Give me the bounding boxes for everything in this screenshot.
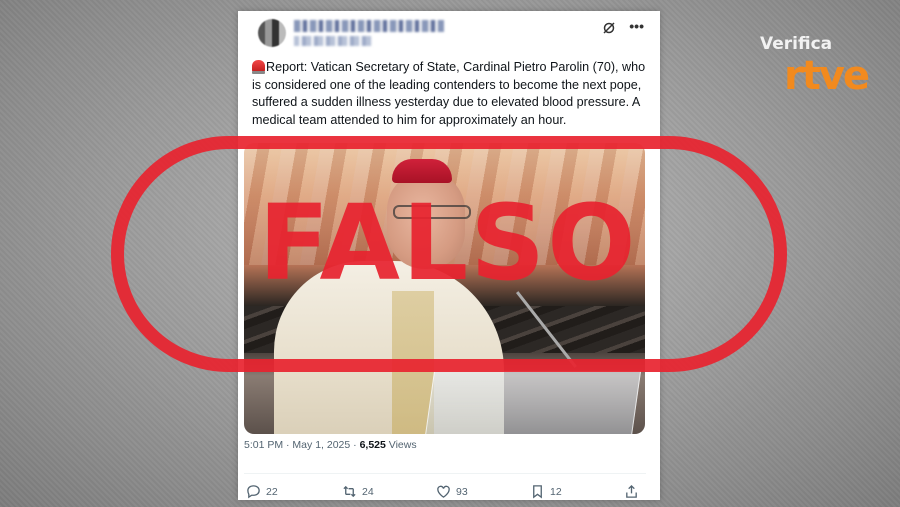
repost-icon <box>343 485 356 498</box>
reply-icon <box>247 485 260 499</box>
reply-count: 22 <box>266 485 278 498</box>
grok-icon[interactable] <box>602 21 616 35</box>
share-button[interactable] <box>624 484 644 499</box>
more-options-icon[interactable]: ••• <box>629 19 644 33</box>
like-count: 93 <box>456 485 468 498</box>
verifica-rtve-logo: Verifica rtve <box>760 34 880 106</box>
heart-icon <box>437 485 450 498</box>
photo-lectern <box>423 371 642 434</box>
tweet-meta: 5:01 PM · May 1, 2025 · 6,525 Views <box>244 439 417 451</box>
blurred-handle[interactable] <box>294 36 372 46</box>
reply-button[interactable]: 22 <box>246 484 278 499</box>
tweet-text: Report: Vatican Secretary of State, Card… <box>252 59 646 129</box>
tweet-header: ••• <box>252 11 646 53</box>
logo-verifica-text: Verifica <box>760 34 833 54</box>
bookmark-count: 12 <box>550 485 562 498</box>
repost-button[interactable]: 24 <box>342 484 374 499</box>
blurred-username[interactable] <box>294 20 444 32</box>
bookmark-icon <box>533 485 542 499</box>
logo-rtve-text: rtve <box>784 53 870 99</box>
tweet-timestamp[interactable]: 5:01 PM · May 1, 2025 · <box>244 439 360 451</box>
like-button[interactable]: 93 <box>436 484 468 499</box>
avatar[interactable] <box>258 19 286 47</box>
views-label: Views <box>385 439 417 451</box>
tweet-body: Report: Vatican Secretary of State, Card… <box>252 60 646 127</box>
share-icon <box>626 484 637 498</box>
views-count: 6,525 <box>359 439 386 451</box>
tweet-actions: 22 24 93 12 <box>244 473 646 502</box>
siren-icon <box>252 60 265 74</box>
falso-stamp-text: FALSO <box>258 182 638 304</box>
bookmark-button[interactable]: 12 <box>530 484 562 499</box>
repost-count: 24 <box>362 485 374 498</box>
